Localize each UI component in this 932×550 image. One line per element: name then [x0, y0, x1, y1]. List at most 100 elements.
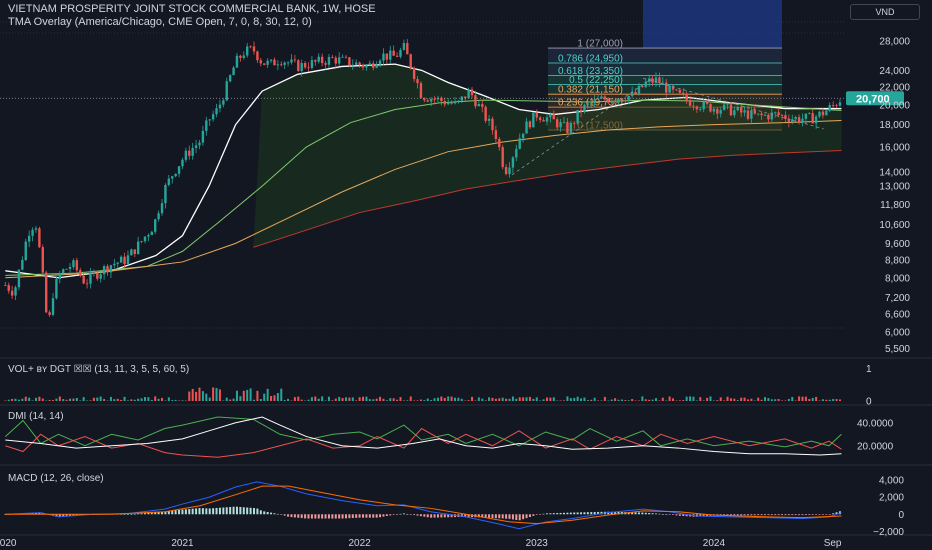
volume-bar [106, 400, 109, 401]
candle-body [562, 121, 566, 123]
candle-body [685, 94, 688, 101]
volume-bar [563, 400, 566, 401]
candle-body [412, 67, 416, 80]
candle-body [838, 102, 842, 106]
macd-hist-bar [443, 514, 446, 518]
macd-hist-bar [133, 513, 136, 515]
volume-bar [607, 400, 610, 401]
macd-hist-bar [569, 512, 572, 515]
volume-bar [764, 397, 767, 401]
candle-body [10, 290, 14, 296]
volume-bar [239, 396, 242, 401]
volume-bar [45, 400, 48, 401]
time-axis-tick: Sep [824, 538, 842, 549]
candle-body [665, 82, 668, 93]
candle-body [109, 265, 113, 273]
macd-hist-bar [501, 514, 504, 519]
candle-body [702, 101, 705, 110]
volume-bar [522, 397, 525, 401]
macd-hist-bar [191, 508, 194, 515]
candle-body [348, 57, 351, 66]
currency-button[interactable]: VND [850, 4, 920, 20]
candle-body [750, 110, 753, 119]
macd-hist-bar [351, 514, 354, 519]
volume-bar [603, 396, 606, 401]
macd-hist-bar [321, 514, 324, 519]
candle-body [222, 100, 225, 105]
candle-body [808, 113, 811, 114]
volume-bar [41, 398, 44, 401]
candle-body [695, 106, 699, 110]
candle-body [48, 312, 51, 315]
volume-bar [69, 398, 72, 401]
volume-bar [627, 400, 630, 401]
volume-bar [508, 398, 511, 401]
candle-body [344, 56, 348, 58]
price-axis-tick: 11,800 [880, 200, 910, 211]
candle-body [358, 62, 361, 65]
candle-body [269, 59, 273, 61]
volume-bar [457, 397, 460, 401]
volume-bar [341, 398, 344, 401]
symbol-title: VIETNAM PROSPERITY JOINT STOCK COMMERCIA… [8, 3, 376, 15]
macd-hist-bar [392, 514, 395, 515]
macd-title: MACD (12, 26, close) [8, 473, 104, 484]
volume-bar [821, 399, 824, 401]
volume-bar [167, 397, 170, 401]
volume-bar [161, 397, 164, 401]
candle-body [310, 60, 314, 68]
volume-bar [750, 398, 753, 401]
macd-hist-bar [355, 514, 358, 518]
volume-bar [569, 398, 572, 401]
volume-bar [195, 391, 198, 401]
volume-bar [229, 399, 232, 401]
volume-bar [644, 399, 647, 401]
volume-bar [825, 399, 828, 401]
volume-bar [620, 399, 623, 401]
volume-bar [777, 399, 780, 401]
volume-bar [416, 400, 419, 401]
candle-body [716, 108, 719, 114]
volume-bar [610, 399, 613, 401]
volume-bar [637, 400, 640, 401]
candle-body [375, 64, 378, 68]
volume-bar [746, 399, 749, 401]
macd-hist-bar [764, 514, 767, 516]
candle-body [409, 54, 412, 68]
volume-bar [208, 397, 211, 401]
time-axis-tick: 2024 [703, 538, 726, 549]
macd-hist-bar [750, 514, 753, 516]
volume-bar [259, 398, 262, 401]
volume-bar [712, 400, 715, 401]
volume-bar [331, 400, 334, 401]
volume-bar [729, 398, 732, 401]
candle-body [767, 114, 770, 120]
candle-body [303, 63, 307, 68]
candle-body [634, 91, 637, 95]
price-axis-tick: 5,500 [885, 344, 910, 355]
candle-body [133, 249, 136, 254]
volume-bar [92, 397, 95, 401]
candle-body [164, 184, 167, 204]
macd-hist-bar [205, 508, 208, 515]
chart-canvas[interactable]: 1 (27,000)0.786 (24,950)0.618 (23,350)0.… [0, 0, 932, 550]
candle-body [307, 67, 310, 69]
candle-body [753, 110, 756, 114]
macd-hist-bar [498, 514, 501, 519]
macd-hist-bar [668, 514, 671, 515]
candle-body [290, 59, 293, 63]
candle-body [624, 100, 627, 102]
macd-hist-bar [222, 507, 225, 515]
volume-bar [600, 400, 603, 401]
candle-body [797, 117, 801, 123]
volume-bar [235, 390, 238, 401]
macd-hist-bar [266, 512, 269, 515]
volume-bar [798, 396, 801, 401]
macd-hist-bar [402, 513, 405, 515]
volume-bar [743, 397, 746, 401]
candle-body [327, 57, 331, 65]
macd-line-1 [5, 485, 842, 525]
volume-bar [351, 397, 354, 401]
macd-hist-bar [399, 513, 402, 515]
volume-bar [460, 398, 463, 401]
